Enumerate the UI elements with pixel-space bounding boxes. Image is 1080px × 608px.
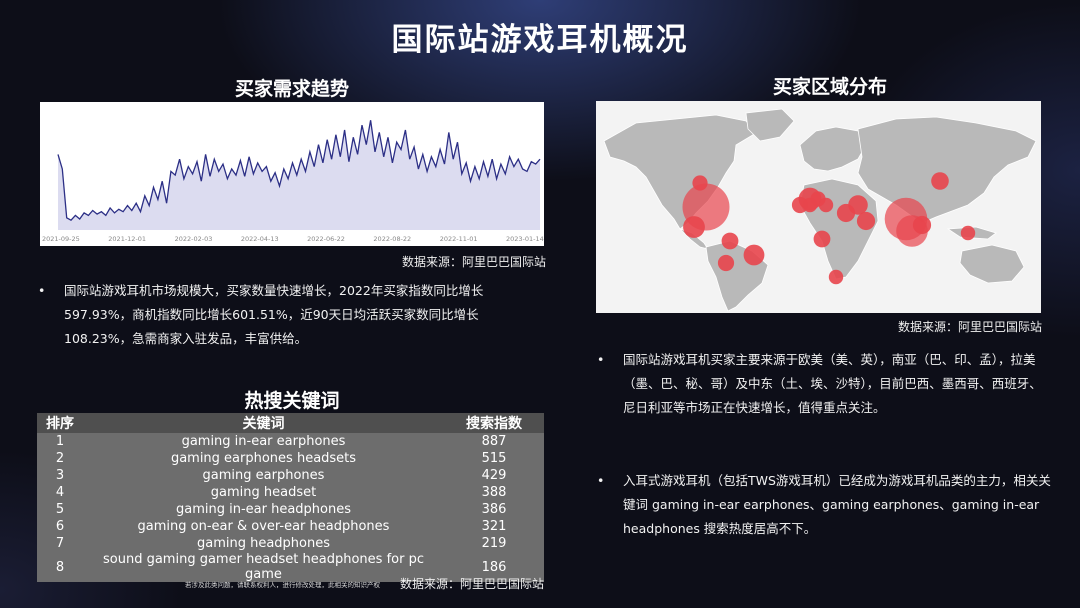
x-tick-label: 2023-01-14 bbox=[506, 235, 544, 243]
map-bubble bbox=[856, 211, 876, 231]
region-bullet-1: • 国际站游戏耳机买家主要来源于欧美（美、英），南亚（巴、印、孟），拉美（墨、巴… bbox=[597, 348, 1052, 420]
index-cell: 429 bbox=[481, 468, 507, 483]
header-search-index: 搜索指数 bbox=[444, 413, 544, 433]
keywords-table: 排序 关键词 搜索指数 1 gaming in-ear earphones 887 … bbox=[37, 413, 544, 582]
keyword-cell: gaming headset bbox=[210, 485, 317, 500]
map-bubble bbox=[802, 197, 818, 213]
index-cell: 388 bbox=[481, 485, 507, 500]
table-row: 4 gaming headset 388 bbox=[37, 484, 544, 501]
greenland-shape bbox=[745, 108, 795, 142]
header-rank: 排序 bbox=[37, 413, 83, 433]
x-tick-label: 2022-11-01 bbox=[440, 235, 478, 243]
keyword-cell: gaming earphones headsets bbox=[170, 451, 357, 466]
trend-source: 数据来源：阿里巴巴国际站 bbox=[401, 255, 546, 269]
world-map bbox=[596, 101, 1041, 313]
region-bullet-2-text: 入耳式游戏耳机（包括TWS游戏耳机）已经成为游戏耳机品类的主力，相关关键词 ga… bbox=[623, 473, 1051, 536]
map-bubble bbox=[960, 225, 976, 241]
trend-x-ticks: 2021-09-25 2021-12-01 2022-02-03 2022-04-13… bbox=[42, 235, 544, 243]
rank-cell: 1 bbox=[55, 434, 65, 449]
land-masses bbox=[603, 108, 1037, 312]
bullet-dot: • bbox=[597, 473, 605, 488]
x-tick-label: 2022-02-03 bbox=[175, 235, 213, 243]
keywords-section-title: 热搜关键词 bbox=[244, 390, 340, 412]
trend-area-fill bbox=[58, 120, 540, 230]
rank-cell: 7 bbox=[55, 536, 65, 551]
index-cell: 386 bbox=[481, 502, 507, 517]
map-bubble bbox=[683, 216, 705, 238]
index-cell: 321 bbox=[481, 519, 507, 534]
map-bubble bbox=[818, 197, 834, 213]
region-bullet-1-text: 国际站游戏耳机买家主要来源于欧美（美、英），南亚（巴、印、孟），拉美（墨、巴、秘… bbox=[623, 352, 1042, 415]
trend-chart-svg: 2021-09-25 2021-12-01 2022-02-03 2022-04-13… bbox=[42, 120, 544, 243]
trend-chart: 2021-09-25 2021-12-01 2022-02-03 2022-04-13… bbox=[40, 102, 544, 246]
x-tick-label: 2022-06-22 bbox=[307, 235, 345, 243]
table-row: 2 gaming earphones headsets 515 bbox=[37, 450, 544, 467]
map-bubble bbox=[912, 215, 932, 235]
bullet-dot: • bbox=[38, 283, 46, 298]
rank-cell: 2 bbox=[55, 451, 65, 466]
page-title: 国际站游戏耳机概况 bbox=[391, 22, 689, 58]
region-section-title: 买家区域分布 bbox=[772, 76, 887, 98]
map-bubble bbox=[931, 172, 949, 190]
trend-section-title: 买家需求趋势 bbox=[234, 78, 349, 100]
region-source: 数据来源：阿里巴巴国际站 bbox=[897, 320, 1042, 334]
map-bubble bbox=[828, 269, 844, 285]
rank-cell: 5 bbox=[55, 502, 65, 517]
keyword-cell: gaming in-ear earphones bbox=[181, 434, 346, 449]
asia-shape bbox=[857, 116, 1037, 224]
world-map-svg bbox=[603, 108, 1037, 312]
rank-cell: 4 bbox=[55, 485, 65, 500]
trend-bullet-text: 国际站游戏耳机市场规模大，买家数量快速增长，2022年买家指数同比增长597.9… bbox=[64, 283, 484, 346]
europe-shape bbox=[799, 126, 867, 172]
table-row: 5 gaming in-ear headphones 386 bbox=[37, 501, 544, 518]
map-bubble bbox=[721, 232, 739, 250]
rank-cell: 3 bbox=[55, 468, 65, 483]
australia-shape bbox=[959, 244, 1025, 284]
index-cell: 219 bbox=[481, 536, 507, 551]
keyword-cell: gaming on-ear & over-ear headphones bbox=[137, 519, 390, 534]
north-america-shape bbox=[603, 114, 757, 230]
x-tick-label: 2022-08-22 bbox=[373, 235, 411, 243]
rank-cell: 6 bbox=[55, 519, 65, 534]
region-bullet-2: • 入耳式游戏耳机（包括TWS游戏耳机）已经成为游戏耳机品类的主力，相关关键词 … bbox=[597, 469, 1052, 541]
header-keyword: 关键词 bbox=[83, 413, 444, 433]
trend-bullet: • 国际站游戏耳机市场规模大，买家数量快速增长，2022年买家指数同比增长597… bbox=[38, 279, 518, 351]
x-tick-label: 2021-09-25 bbox=[42, 235, 80, 243]
table-row: 1 gaming in-ear earphones 887 bbox=[37, 433, 544, 450]
table-row: 3 gaming earphones 429 bbox=[37, 467, 544, 484]
index-cell: 887 bbox=[481, 434, 507, 449]
map-bubble bbox=[836, 203, 856, 223]
map-bubble bbox=[692, 175, 708, 191]
keyword-cell: gaming in-ear headphones bbox=[175, 502, 351, 517]
keyword-cell: gaming headphones bbox=[196, 536, 331, 551]
index-cell: 515 bbox=[481, 451, 507, 466]
map-bubble bbox=[743, 244, 765, 266]
rank-cell: 8 bbox=[55, 559, 65, 575]
x-tick-label: 2022-04-13 bbox=[241, 235, 279, 243]
keywords-table-header: 排序 关键词 搜索指数 bbox=[37, 413, 544, 433]
map-bubble bbox=[813, 230, 831, 248]
table-row: 7 gaming headphones 219 bbox=[37, 535, 544, 552]
table-row: 6 gaming on-ear & over-ear headphones 321 bbox=[37, 518, 544, 535]
keyword-cell: gaming earphones bbox=[202, 468, 325, 483]
x-tick-label: 2021-12-01 bbox=[108, 235, 146, 243]
keywords-source: 数据来源：阿里巴巴国际站 bbox=[399, 577, 544, 591]
bullet-dot: • bbox=[597, 352, 605, 367]
map-bubble bbox=[717, 254, 735, 272]
